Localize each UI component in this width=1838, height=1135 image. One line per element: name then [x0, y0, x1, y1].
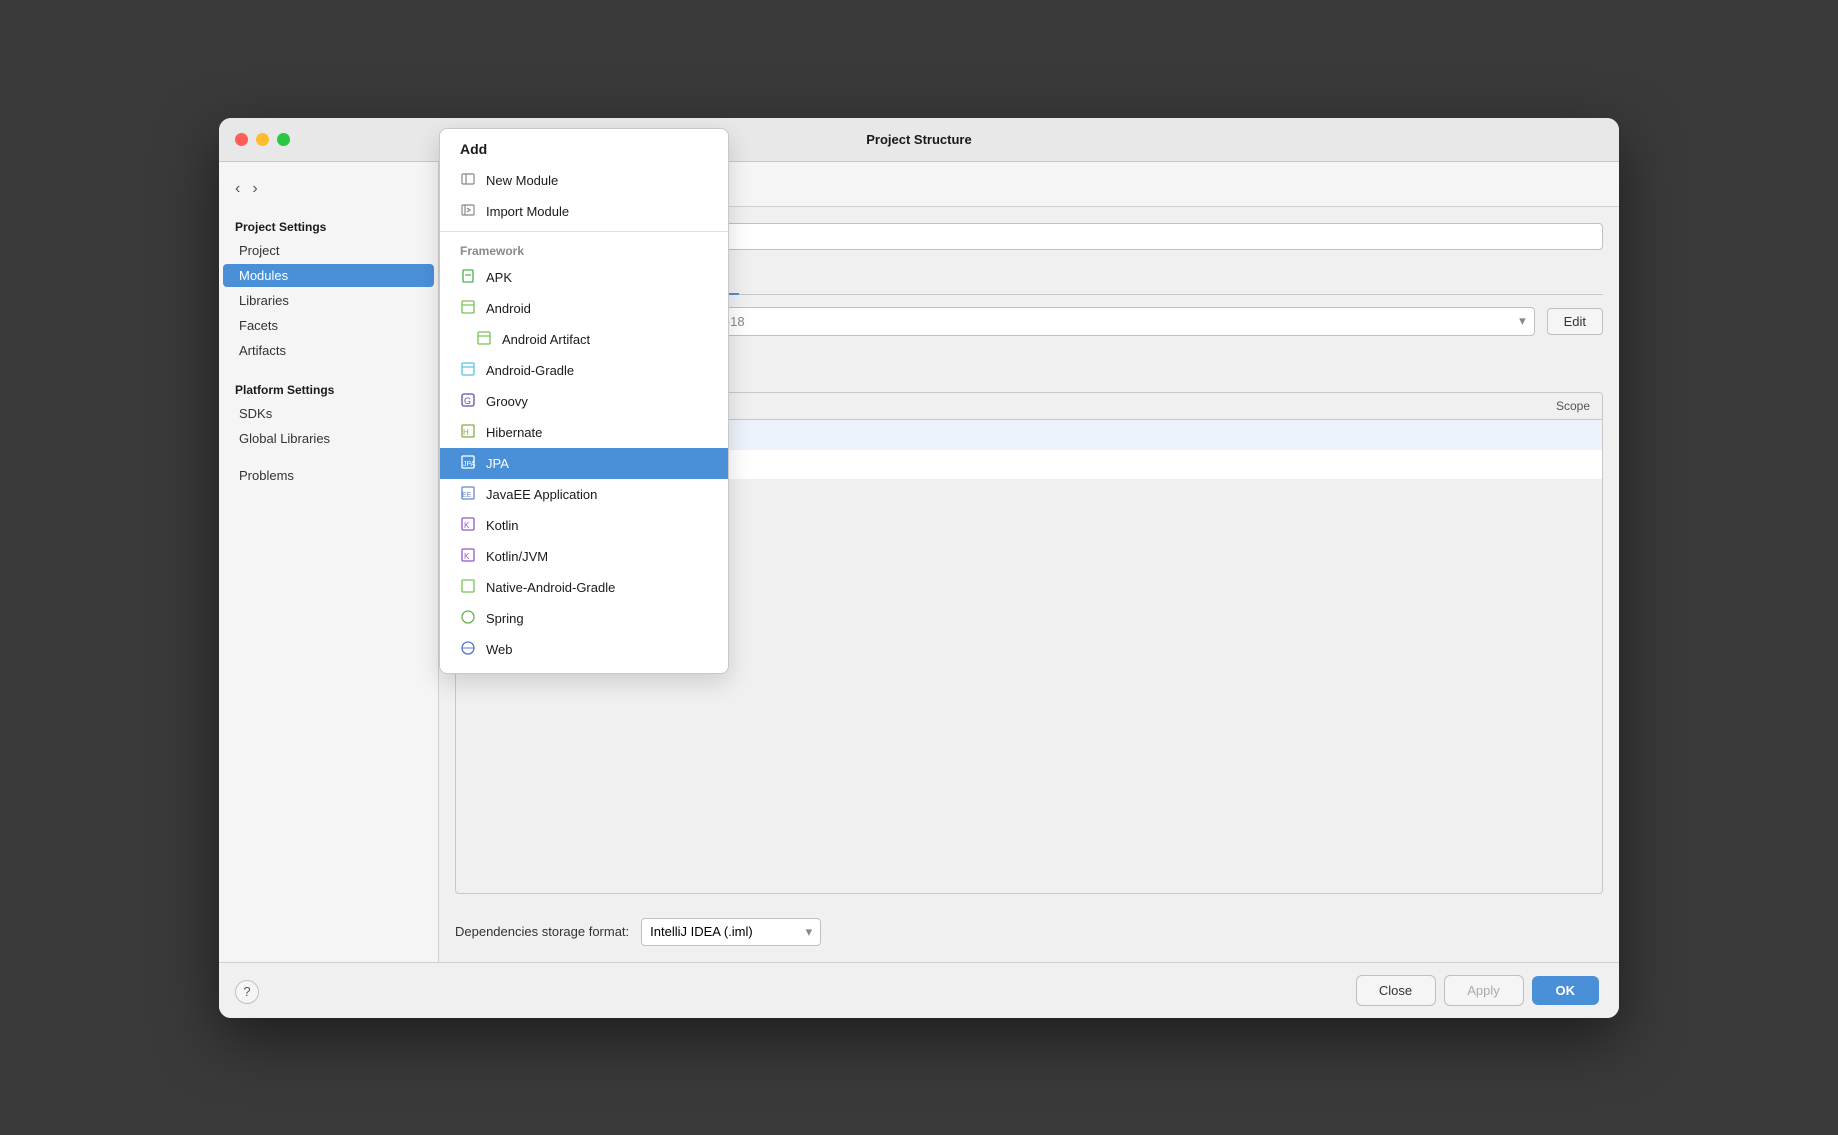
spring-label: Spring: [486, 611, 524, 626]
dropdown-item-android-gradle[interactable]: Android-Gradle: [440, 355, 728, 386]
forward-button[interactable]: ›: [248, 178, 261, 200]
spring-icon: [460, 609, 476, 628]
dropdown-item-apk[interactable]: APK: [440, 262, 728, 293]
svg-text:JPA: JPA: [463, 461, 476, 468]
sidebar-navigation: ‹ ›: [219, 178, 438, 212]
sidebar-item-libraries[interactable]: Libraries: [223, 289, 434, 312]
android-icon: [460, 299, 476, 318]
storage-format-select[interactable]: IntelliJ IDEA (.iml) ▾: [641, 918, 821, 946]
framework-section-label: Framework: [440, 236, 728, 262]
dropdown-item-javaee[interactable]: EE JavaEE Application: [440, 479, 728, 510]
dropdown-title: Add: [440, 137, 728, 165]
android-gradle-icon: [460, 361, 476, 380]
dialog-footer: Close Apply OK: [219, 962, 1619, 1018]
groovy-icon: G: [460, 392, 476, 411]
deps-col-scope-header: Scope: [1490, 399, 1590, 413]
new-module-icon: [460, 171, 476, 190]
maximize-window-button[interactable]: [277, 133, 290, 146]
native-android-gradle-icon: [460, 578, 476, 597]
kotlin-label: Kotlin: [486, 518, 519, 533]
project-settings-label: Project Settings: [219, 212, 438, 238]
hibernate-label: Hibernate: [486, 425, 542, 440]
close-button[interactable]: Close: [1356, 975, 1436, 1006]
dropdown-item-android-artifact[interactable]: Android Artifact: [440, 324, 728, 355]
edit-sdk-button[interactable]: Edit: [1547, 308, 1603, 335]
dropdown-item-import-module[interactable]: Import Module: [440, 196, 728, 227]
svg-text:H: H: [463, 428, 469, 437]
dropdown-item-jpa[interactable]: JPA JPA: [440, 448, 728, 479]
android-gradle-label: Android-Gradle: [486, 363, 574, 378]
apply-button[interactable]: Apply: [1444, 975, 1524, 1006]
apk-icon: [460, 268, 476, 287]
import-module-icon: [460, 202, 476, 221]
javaee-label: JavaEE Application: [486, 487, 597, 502]
back-button[interactable]: ‹: [231, 178, 244, 200]
title-bar: Project Structure: [219, 118, 1619, 162]
svg-text:EE: EE: [462, 492, 472, 499]
jpa-icon: JPA: [460, 454, 476, 473]
storage-format-row: Dependencies storage format: IntelliJ ID…: [455, 906, 1603, 946]
svg-text:G: G: [464, 396, 471, 406]
sidebar-item-modules[interactable]: Modules: [223, 264, 434, 287]
jpa-label: JPA: [486, 456, 509, 471]
sdk-dropdown-icon: ▾: [1519, 313, 1526, 329]
dropdown-item-android[interactable]: Android: [440, 293, 728, 324]
import-module-label: Import Module: [486, 204, 569, 219]
ok-button[interactable]: OK: [1532, 976, 1600, 1005]
window-controls: [235, 133, 290, 146]
storage-format-value: IntelliJ IDEA (.iml): [650, 924, 753, 939]
web-icon: [460, 640, 476, 659]
dropdown-item-new-module[interactable]: New Module: [440, 165, 728, 196]
sidebar-item-facets[interactable]: Facets: [223, 314, 434, 337]
minimize-window-button[interactable]: [256, 133, 269, 146]
android-artifact-icon: [476, 330, 492, 349]
sidebar-item-global-libraries[interactable]: Global Libraries: [223, 427, 434, 450]
project-structure-dialog: Project Structure ‹ › Project Settings P…: [219, 118, 1619, 1018]
sidebar-item-problems[interactable]: Problems: [223, 464, 434, 487]
android-artifact-label: Android Artifact: [502, 332, 590, 347]
dropdown-item-kotlin-jvm[interactable]: K Kotlin/JVM: [440, 541, 728, 572]
sidebar-item-sdks[interactable]: SDKs: [223, 402, 434, 425]
web-label: Web: [486, 642, 513, 657]
storage-dropdown-icon: ▾: [806, 924, 813, 940]
hibernate-icon: H: [460, 423, 476, 442]
dropdown-item-groovy[interactable]: G Groovy: [440, 386, 728, 417]
kotlin-jvm-icon: K: [460, 547, 476, 566]
dialog-body: ‹ › Project Settings Project Modules Lib…: [219, 162, 1619, 962]
add-dropdown: Add New Module Import Module Framework A…: [439, 128, 729, 674]
android-label: Android: [486, 301, 531, 316]
svg-text:K: K: [464, 552, 470, 561]
sidebar: ‹ › Project Settings Project Modules Lib…: [219, 162, 439, 962]
platform-settings-label: Platform Settings: [219, 375, 438, 401]
dropdown-item-spring[interactable]: Spring: [440, 603, 728, 634]
close-window-button[interactable]: [235, 133, 248, 146]
help-button[interactable]: ?: [235, 980, 259, 1004]
groovy-label: Groovy: [486, 394, 528, 409]
kotlin-jvm-label: Kotlin/JVM: [486, 549, 548, 564]
new-module-label: New Module: [486, 173, 558, 188]
dropdown-item-kotlin[interactable]: K Kotlin: [440, 510, 728, 541]
apk-label: APK: [486, 270, 512, 285]
svg-text:K: K: [464, 521, 470, 530]
javaee-icon: EE: [460, 485, 476, 504]
kotlin-icon: K: [460, 516, 476, 535]
storage-format-label: Dependencies storage format:: [455, 924, 629, 939]
dropdown-item-hibernate[interactable]: H Hibernate: [440, 417, 728, 448]
dropdown-item-web[interactable]: Web: [440, 634, 728, 665]
dropdown-separator-1: [440, 231, 728, 232]
dialog-title: Project Structure: [866, 132, 971, 147]
dropdown-item-native-android-gradle[interactable]: Native-Android-Gradle: [440, 572, 728, 603]
native-android-gradle-label: Native-Android-Gradle: [486, 580, 615, 595]
sidebar-item-project[interactable]: Project: [223, 239, 434, 262]
sidebar-item-artifacts[interactable]: Artifacts: [223, 339, 434, 362]
